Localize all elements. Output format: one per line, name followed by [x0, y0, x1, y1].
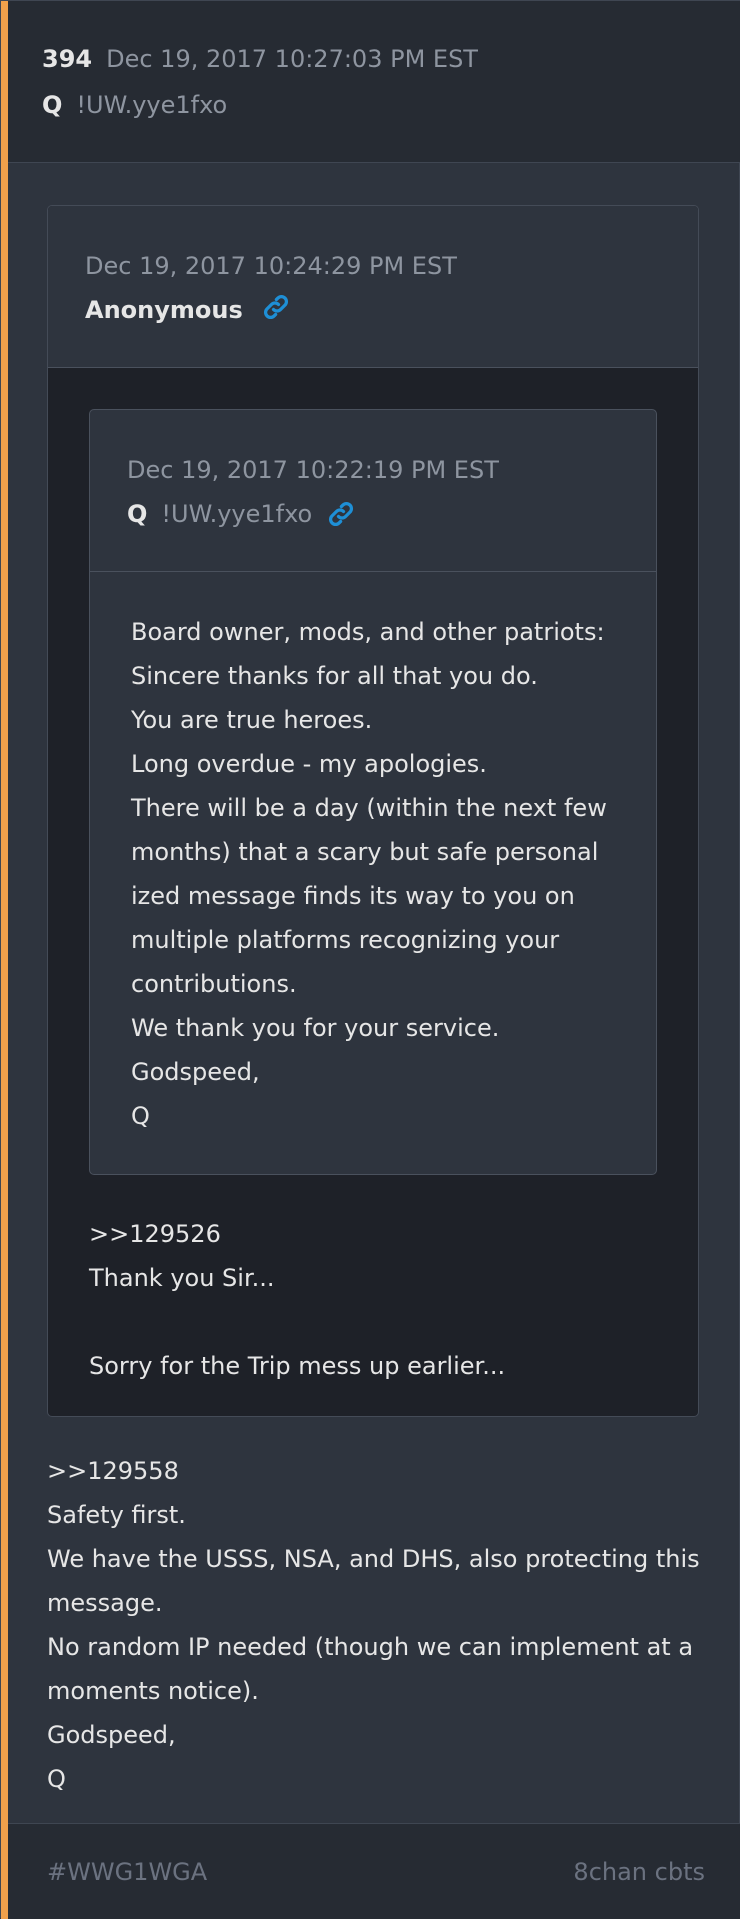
- post-accent-bar: [1, 1, 8, 1919]
- post-reference-link[interactable]: >>129558: [47, 1449, 700, 1493]
- post-tripcode: !UW.yye1fxo: [76, 91, 228, 119]
- post-author: Q: [42, 91, 63, 119]
- post-reference-link[interactable]: >>129526: [89, 1212, 505, 1256]
- body-line: Long overdue - my apologies.: [131, 750, 487, 778]
- body-line: No random IP needed (though we can imple…: [47, 1633, 694, 1661]
- nested-quote-date: Dec 19, 2017 10:22:19 PM EST: [127, 456, 499, 484]
- link-icon[interactable]: [326, 499, 356, 529]
- quoted-post-author-line: Anonymous: [85, 294, 291, 326]
- quoted-post-header: Dec 19, 2017 10:24:29 PM EST Anonymous: [48, 206, 698, 368]
- nested-quote-author-line: Q !UW.yye1fxo: [127, 500, 356, 533]
- body-line: Sorry for the Trip mess up earlier...: [89, 1352, 506, 1380]
- quoted-post-anonymous: Dec 19, 2017 10:24:29 PM EST Anonymous D…: [47, 205, 699, 1417]
- hashtag: #WWG1WGA: [47, 1858, 208, 1886]
- post-meta: 394 Dec 19, 2017 10:27:03 PM EST: [42, 45, 478, 73]
- nested-quote-tripcode: !UW.yye1fxo: [161, 500, 313, 528]
- body-line: There will be a day (within the next few: [131, 794, 607, 822]
- post-footer: #WWG1WGA 8chan cbts: [8, 1823, 740, 1919]
- body-line: Godspeed,: [47, 1721, 176, 1749]
- body-line: Q: [47, 1765, 66, 1793]
- nested-quote-author: Q: [127, 500, 148, 528]
- post-author-line: Q !UW.yye1fxo: [42, 91, 227, 119]
- body-line: moments notice).: [47, 1677, 259, 1705]
- quoted-post-date: Dec 19, 2017 10:24:29 PM EST: [85, 252, 457, 280]
- link-icon[interactable]: [261, 292, 291, 322]
- quoted-post-author: Anonymous: [85, 296, 243, 324]
- source-label: 8chan cbts: [573, 1858, 705, 1886]
- body-line: Safety first.: [47, 1501, 186, 1529]
- body-line: We thank you for your service.: [131, 1014, 500, 1042]
- body-line: Q: [131, 1102, 150, 1130]
- nested-quote-header: Dec 19, 2017 10:22:19 PM EST Q !UW.yye1fx…: [90, 410, 656, 572]
- body-line: Board owner, mods, and other patriots:: [131, 618, 605, 646]
- body-line: You are true heroes.: [131, 706, 373, 734]
- quoted-post-q: Dec 19, 2017 10:22:19 PM EST Q !UW.yye1fx…: [89, 409, 657, 1175]
- body-line: multiple platforms recognizing your: [131, 926, 560, 954]
- post-header: 394 Dec 19, 2017 10:27:03 PM EST Q !UW.yye…: [8, 1, 740, 163]
- post-card: 394 Dec 19, 2017 10:27:03 PM EST Q !UW.yye…: [0, 0, 740, 1919]
- quoted-post-body: >>129526 Thank you Sir... Sorry for the …: [89, 1212, 505, 1388]
- body-line: Godspeed,: [131, 1058, 260, 1086]
- post-date: Dec 19, 2017 10:27:03 PM EST: [106, 45, 478, 73]
- body-line: Thank you Sir...: [89, 1264, 275, 1292]
- body-line: We have the USSS, NSA, and DHS, also pro…: [47, 1545, 700, 1573]
- body-line: Sincere thanks for all that you do.: [131, 662, 538, 690]
- body-line: message.: [47, 1589, 163, 1617]
- body-line: ized message finds its way to you on: [131, 882, 575, 910]
- nested-quote-body: Board owner, mods, and other patriots: S…: [131, 610, 607, 1138]
- post-number: 394: [42, 45, 93, 73]
- post-body: >>129558 Safety first. We have the USSS,…: [47, 1449, 700, 1801]
- body-line: months) that a scary but safe personal: [131, 838, 599, 866]
- body-line: contributions.: [131, 970, 297, 998]
